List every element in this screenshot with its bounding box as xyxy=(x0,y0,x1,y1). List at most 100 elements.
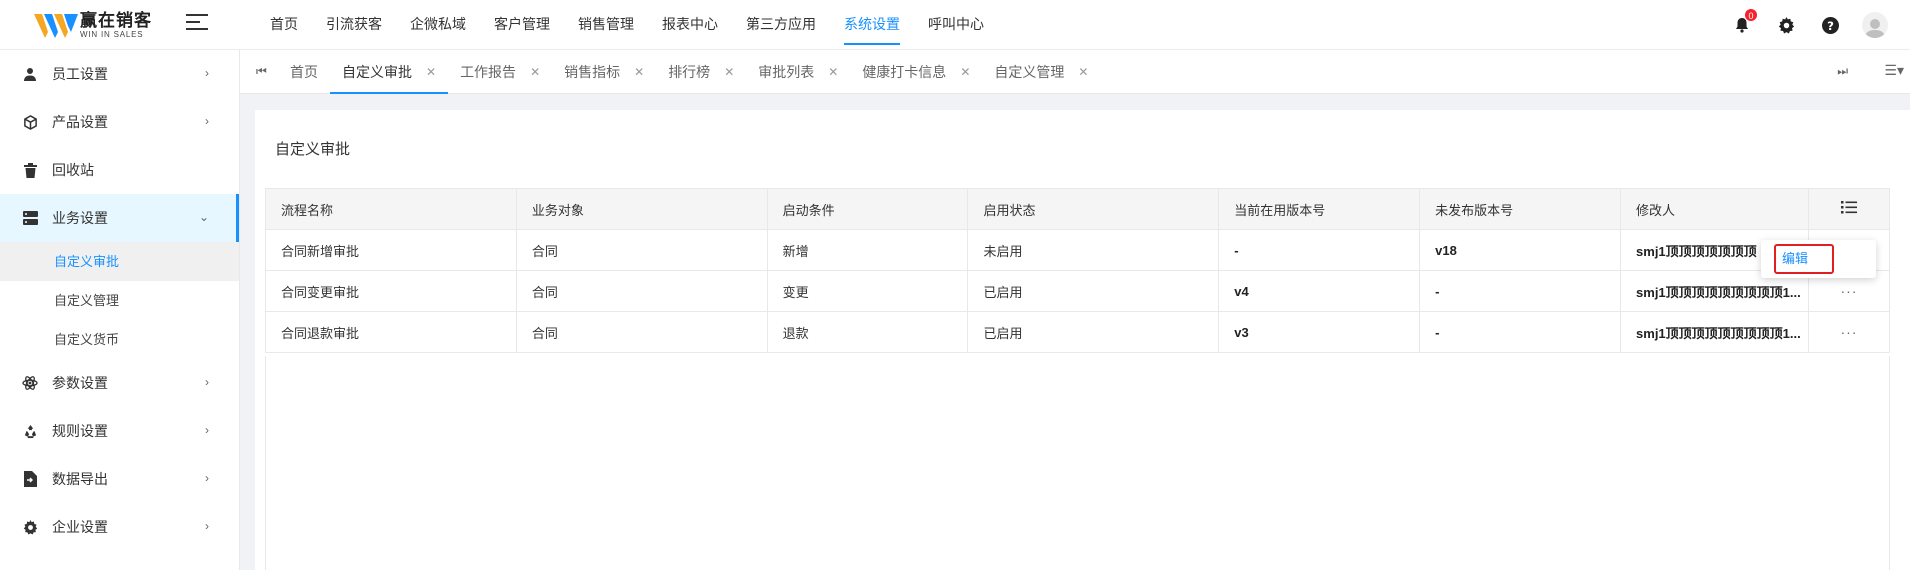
column-header: 当前在用版本号 xyxy=(1218,188,1421,230)
gear-icon xyxy=(22,519,38,535)
chevron-right-icon: › xyxy=(205,519,209,533)
server-icon xyxy=(22,210,38,226)
bell-icon[interactable]: 0 xyxy=(1730,8,1758,37)
sidebar-item-label: 产品设置 xyxy=(52,114,108,130)
sidebar-subitem-custom-approval[interactable]: 自定义审批 xyxy=(0,242,239,281)
column-header: 启动条件 xyxy=(767,188,969,230)
column-header: 修改人 xyxy=(1620,188,1810,230)
top-header: 赢在销客 WIN IN SALES 首页 引流获客 企微私域 客户管理 销售管理… xyxy=(0,0,1910,50)
sidebar-item-employee-settings[interactable]: 员工设置 › xyxy=(0,50,239,98)
scroll-last-tab-icon[interactable]: ⏭ xyxy=(1837,64,1848,79)
sidebar-subitem-custom-currency[interactable]: 自定义货币 xyxy=(0,320,239,359)
brand-name-en: WIN IN SALES xyxy=(80,29,144,39)
table-header-row: 流程名称 业务对象 启动条件 启用状态 当前在用版本号 未发布版本号 修改人 xyxy=(265,188,1890,230)
tab-leaderboard[interactable]: 排行榜 ✕ xyxy=(656,50,746,94)
user-icon xyxy=(22,66,38,82)
top-nav: 首页 引流获客 企微私域 客户管理 销售管理 报表中心 第三方应用 系统设置 呼… xyxy=(256,0,998,50)
notification-badge: 0 xyxy=(1744,8,1758,22)
close-icon[interactable]: ✕ xyxy=(634,50,644,94)
trash-icon xyxy=(22,162,38,178)
sidebar-item-label: 员工设置 xyxy=(52,66,108,82)
column-header: 未发布版本号 xyxy=(1419,188,1622,230)
brand-logo[interactable]: 赢在销客 WIN IN SALES xyxy=(34,10,152,40)
svg-text:?: ? xyxy=(1827,18,1834,32)
topnav-third-party-apps[interactable]: 第三方应用 xyxy=(732,0,830,50)
table-row[interactable]: 合同退款审批 合同 退款 已启用 v3 - smj1顶顶顶顶顶顶顶顶顶1... … xyxy=(265,311,1890,353)
gear-icon[interactable] xyxy=(1774,13,1798,37)
tab-approval-list[interactable]: 审批列表 ✕ xyxy=(746,50,850,94)
question-icon[interactable]: ? xyxy=(1818,13,1842,37)
tabs-menu-icon[interactable]: ☰▾ xyxy=(1884,62,1904,79)
close-icon[interactable]: ✕ xyxy=(530,50,540,94)
file-export-icon xyxy=(22,471,38,487)
tab-custom-approval[interactable]: 自定义审批 ✕ xyxy=(330,50,449,94)
chevron-down-icon: ⌄ xyxy=(198,210,209,224)
header-tools: 0 ? xyxy=(1686,0,1910,50)
app-root: 赢在销客 WIN IN SALES 首页 引流获客 企微私域 客户管理 销售管理… xyxy=(0,0,1910,570)
close-icon[interactable]: ✕ xyxy=(828,50,838,94)
sidebar-item-label: 参数设置 xyxy=(52,375,108,391)
chevron-right-icon: › xyxy=(205,471,209,485)
close-icon[interactable]: ✕ xyxy=(724,50,734,94)
column-header: 流程名称 xyxy=(265,188,517,230)
tab-sales-target[interactable]: 销售指标 ✕ xyxy=(552,50,656,94)
chevron-right-icon: › xyxy=(205,375,209,389)
topnav-home[interactable]: 首页 xyxy=(256,0,312,50)
tabs-bar: ⏮ 首页 自定义审批 ✕ 工作报告 ✕ 销售指标 ✕ 排行榜 ✕ 审批列表 ✕ 健康打卡信… xyxy=(240,50,1910,94)
logo-mark-icon xyxy=(34,14,78,38)
chevron-right-icon: › xyxy=(205,66,209,80)
topnav-report-center[interactable]: 报表中心 xyxy=(648,0,732,50)
sidebar-subitem-custom-management[interactable]: 自定义管理 xyxy=(0,281,239,320)
column-settings-icon[interactable] xyxy=(1808,188,1890,230)
sidebar-item-parameter-settings[interactable]: 参数设置 › xyxy=(0,359,239,407)
chevron-right-icon: › xyxy=(205,423,209,437)
scroll-first-tab-icon[interactable]: ⏮ xyxy=(256,64,267,79)
atom-icon xyxy=(22,375,38,391)
cube-icon xyxy=(22,114,38,130)
tab-home[interactable]: 首页 xyxy=(278,50,330,94)
close-icon[interactable]: ✕ xyxy=(960,50,970,94)
sidebar-item-label: 数据导出 xyxy=(52,471,108,487)
page-title: 自定义审批 xyxy=(275,141,351,158)
topnav-call-center[interactable]: 呼叫中心 xyxy=(914,0,998,50)
sidebar-item-label: 规则设置 xyxy=(52,423,108,439)
content-card: 自定义审批 流程名称 业务对象 启动条件 启用状态 当前在用版本号 未发布版本号… xyxy=(255,110,1910,570)
sidebar: 员工设置 › 产品设置 › 回收站 业务设置 ⌄ 自定义审批 自定义管理 自定义… xyxy=(0,50,240,570)
row-actions-dropdown: 编辑 xyxy=(1761,240,1876,278)
close-icon[interactable]: ✕ xyxy=(1078,50,1088,94)
sidebar-item-label: 企业设置 xyxy=(52,519,108,535)
sidebar-item-business-settings[interactable]: 业务设置 ⌄ xyxy=(0,194,239,242)
recycle-icon xyxy=(22,423,38,439)
page-tabs: 首页 自定义审批 ✕ 工作报告 ✕ 销售指标 ✕ 排行榜 ✕ 审批列表 ✕ 健康打卡信息 ✕… xyxy=(278,50,1100,94)
tab-work-report[interactable]: 工作报告 ✕ xyxy=(448,50,552,94)
tab-custom-management[interactable]: 自定义管理 ✕ xyxy=(982,50,1100,94)
menu-toggle-icon[interactable] xyxy=(186,14,208,32)
user-avatar-icon[interactable] xyxy=(1862,12,1888,38)
topnav-customer-management[interactable]: 客户管理 xyxy=(480,0,564,50)
topnav-sales-management[interactable]: 销售管理 xyxy=(564,0,648,50)
edit-menu-item[interactable]: 编辑 xyxy=(1774,244,1834,274)
row-more-actions-button[interactable]: ··· xyxy=(1841,283,1858,299)
column-header: 启用状态 xyxy=(967,188,1220,230)
approval-table: 流程名称 业务对象 启动条件 启用状态 当前在用版本号 未发布版本号 修改人 合… xyxy=(265,188,1890,353)
tab-health-checkin[interactable]: 健康打卡信息 ✕ xyxy=(850,50,982,94)
close-icon[interactable]: ✕ xyxy=(426,50,436,94)
sidebar-item-product-settings[interactable]: 产品设置 › xyxy=(0,98,239,146)
chevron-right-icon: › xyxy=(205,114,209,128)
column-header: 业务对象 xyxy=(516,188,768,230)
table-row[interactable]: 合同新增审批 合同 新增 未启用 - v18 smj1顶顶顶顶顶顶顶 xyxy=(265,229,1890,271)
sidebar-item-rule-settings[interactable]: 规则设置 › xyxy=(0,407,239,455)
topnav-system-settings[interactable]: 系统设置 xyxy=(830,0,914,50)
sidebar-item-data-export[interactable]: 数据导出 › xyxy=(0,455,239,503)
sidebar-item-enterprise-settings[interactable]: 企业设置 › xyxy=(0,503,239,551)
table-row[interactable]: 合同变更审批 合同 变更 已启用 v4 - smj1顶顶顶顶顶顶顶顶顶1... … xyxy=(265,270,1890,312)
sidebar-item-label: 业务设置 xyxy=(52,210,108,226)
sidebar-item-recycle-bin[interactable]: 回收站 xyxy=(0,146,239,194)
moon-icon[interactable] xyxy=(1686,13,1710,37)
row-more-actions-button[interactable]: ··· xyxy=(1841,324,1858,340)
topnav-wecom-private[interactable]: 企微私域 xyxy=(396,0,480,50)
sidebar-item-label: 回收站 xyxy=(52,162,94,178)
table-empty-area xyxy=(265,356,1890,570)
topnav-lead-generation[interactable]: 引流获客 xyxy=(312,0,396,50)
brand-name: 赢在销客 xyxy=(80,10,152,30)
